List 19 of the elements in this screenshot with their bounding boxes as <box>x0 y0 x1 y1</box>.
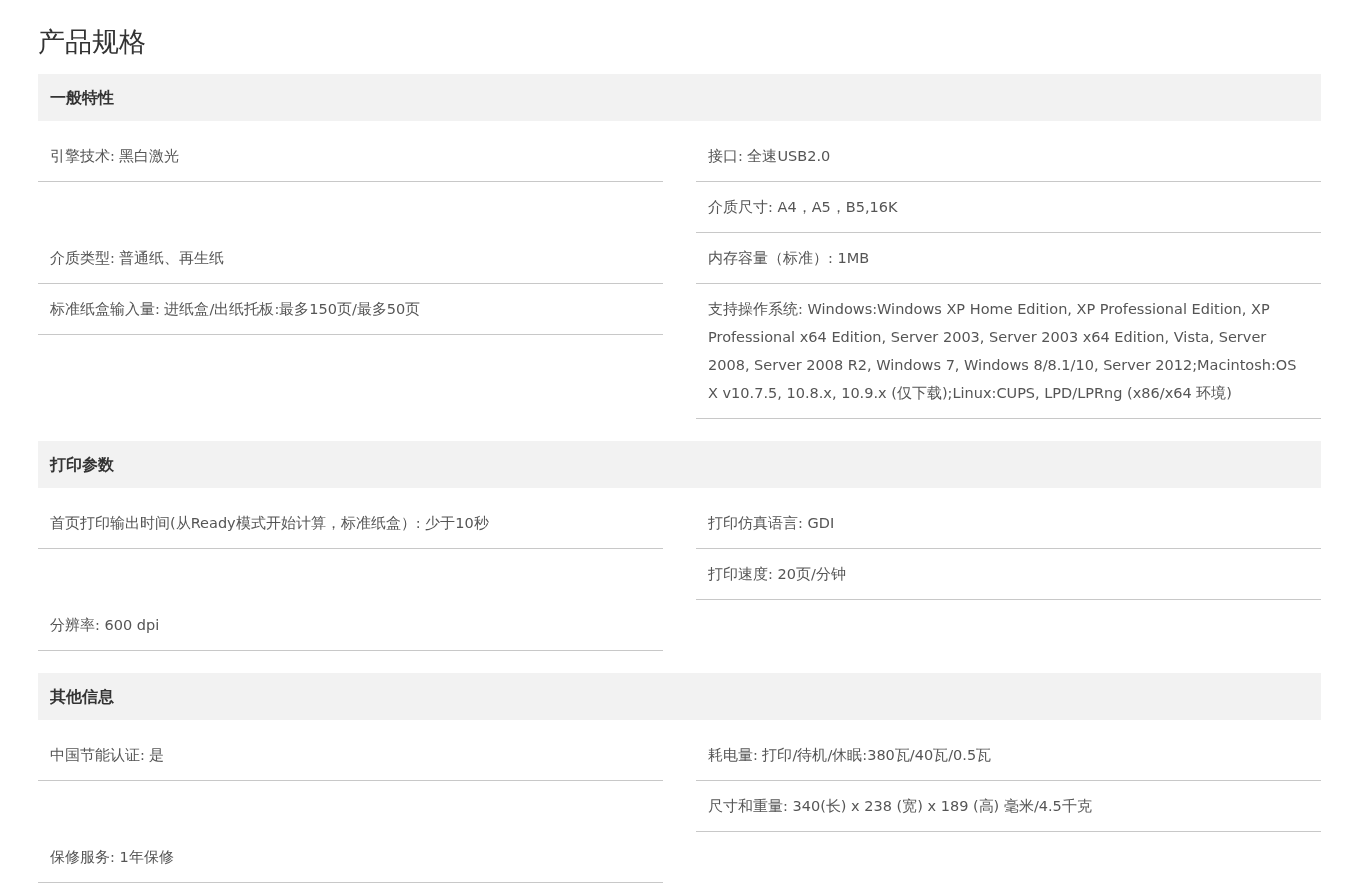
page-title: 产品规格 <box>38 25 147 59</box>
spec-item: 接口: 全速USB2.0 <box>696 131 1321 182</box>
section-header: 一般特性 <box>38 74 1321 121</box>
spec-item: 保修服务: 1年保修 <box>38 832 663 883</box>
spec-item: 内存容量（标准）: 1MB <box>696 233 1321 284</box>
section-header: 打印参数 <box>38 441 1321 488</box>
spec-item: 打印速度: 20页/分钟 <box>696 549 1321 600</box>
spec-item: 分辨率: 600 dpi <box>38 600 663 651</box>
spec-item: 首页打印输出时间(从Ready模式开始计算，标准纸盒）: 少于10秒 <box>38 498 663 549</box>
spec-item: 介质尺寸: A4，A5，B5,16K <box>696 182 1321 233</box>
spec-item: 标准纸盒输入量: 进纸盒/出纸托板:最多150页/最多50页 <box>38 284 663 335</box>
spec-item: 中国节能认证: 是 <box>38 730 663 781</box>
spec-item: 打印仿真语言: GDI <box>696 498 1321 549</box>
spec-item: 介质类型: 普通纸、再生纸 <box>38 233 663 284</box>
spec-item: 引擎技术: 黑白激光 <box>38 131 663 182</box>
spec-item: 支持操作系统: Windows:Windows XP Home Edition, XP Professional Edition, XP Professional x64 Edition, Server 2003, Server 2003 x64 Edition, Vista, Server 2008, Server 2008 R2, Windows 7, Windows 8/8.1/10, Server 2012;Macintosh:OS X v10.7.5, 10.8.x, 10.9.x (仅下载);Linux:CUPS, LPD/LPRng (x86/x64 环境) <box>696 284 1321 419</box>
spec-item: 耗电量: 打印/待机/休眠:380瓦/40瓦/0.5瓦 <box>696 730 1321 781</box>
spec-item: 尺寸和重量: 340(长) x 238 (宽) x 189 (高) 毫米/4.5千克 <box>696 781 1321 832</box>
section-header: 其他信息 <box>38 673 1321 720</box>
